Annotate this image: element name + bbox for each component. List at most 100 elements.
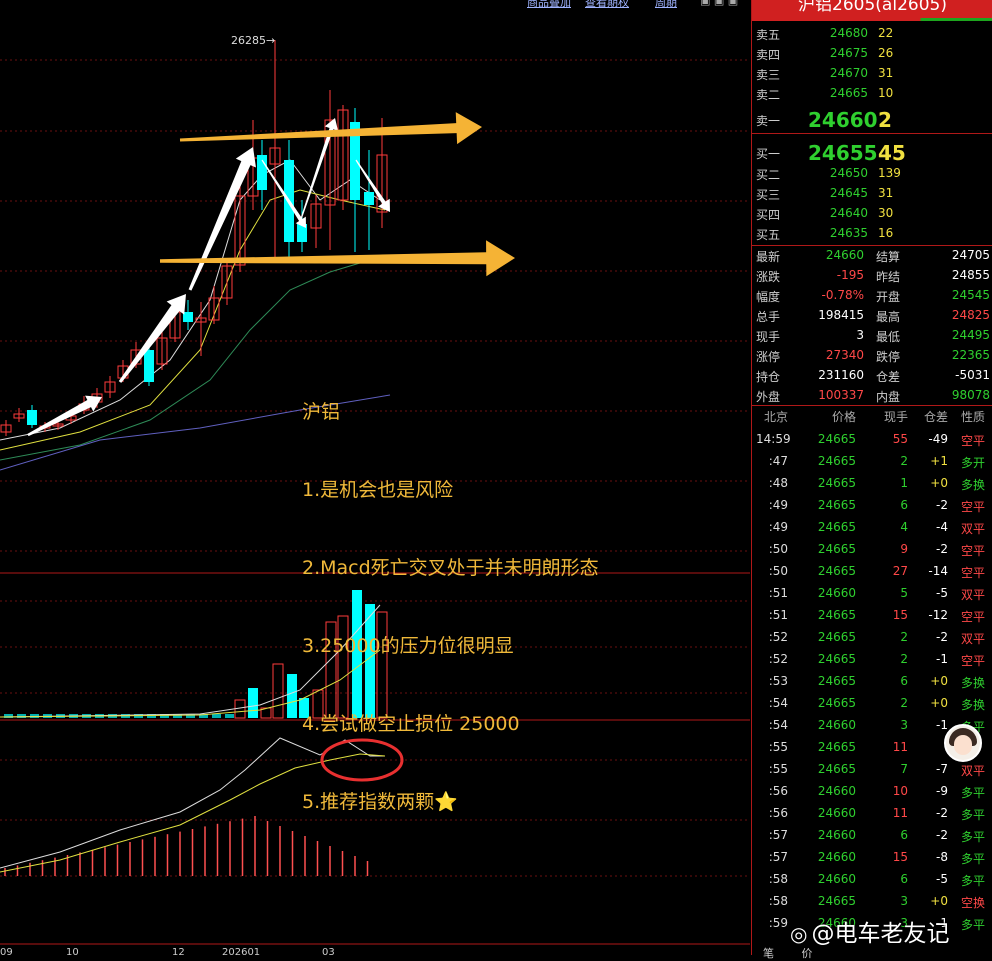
tick-row[interactable]: :50 24665 9 -2 空平 bbox=[756, 540, 988, 560]
contract-title[interactable]: 沪铝2605(al2605) bbox=[752, 0, 992, 18]
ask-price: 24660 bbox=[808, 108, 878, 132]
ask-level[interactable]: 卖三 24670 31 bbox=[756, 63, 988, 83]
tick-row[interactable]: :49 24665 4 -4 双平 bbox=[756, 518, 988, 538]
ask-label: 卖四 bbox=[756, 48, 781, 62]
bid-level[interactable]: 买四 24640 30 bbox=[756, 203, 988, 223]
kline-chart-area[interactable]: 商品叠加 查看期权 周期 ▣ ▣ ▣ 26285→ 09 10 12 202601 03… bbox=[0, 0, 750, 955]
avatar[interactable] bbox=[944, 724, 982, 762]
tick-oi-change: -1 bbox=[936, 652, 948, 666]
stat-row[interactable]: 总手 198415 最高 24825 bbox=[756, 305, 990, 325]
stat-value: 231160 bbox=[818, 368, 864, 382]
tick-header-cell: 仓差 bbox=[923, 410, 948, 424]
date-axis: 09 10 12 202601 03 bbox=[0, 947, 335, 955]
tick-row[interactable]: :52 24665 2 -1 空平 bbox=[756, 650, 988, 670]
tick-price: 24665 bbox=[817, 520, 856, 534]
stat-row[interactable]: 外盘 100337 内盘 98078 bbox=[756, 385, 990, 405]
white-arrow bbox=[27, 395, 102, 437]
ask-level[interactable]: 卖二 24665 10 bbox=[756, 83, 988, 103]
tick-oi-change: -8 bbox=[936, 850, 948, 864]
tick-time: :58 bbox=[768, 872, 788, 886]
bid-level[interactable]: 买二 24650 139 bbox=[756, 163, 988, 183]
tick-oi-change: -5 bbox=[936, 586, 948, 600]
ask-level[interactable]: 卖四 24675 26 bbox=[756, 43, 988, 63]
tick-row[interactable]: :58 24660 6 -5 多平 bbox=[756, 870, 988, 890]
annotation-line: 3.25000的压力位很明显 bbox=[302, 635, 514, 657]
tick-volume: 6 bbox=[900, 498, 908, 512]
tick-volume: 9 bbox=[900, 542, 908, 556]
ask-volume: 2 bbox=[878, 108, 892, 132]
tick-row[interactable]: :55 24665 7 -7 双平 bbox=[756, 760, 988, 780]
stat-row[interactable]: 涨停 27340 跌停 22365 bbox=[756, 345, 990, 365]
bid-volume: 31 bbox=[878, 186, 894, 200]
stat-value: 24705 bbox=[951, 248, 990, 262]
tick-row[interactable]: :57 24660 6 -2 多平 bbox=[756, 826, 988, 846]
tick-row[interactable]: :50 24665 27 -14 空平 bbox=[756, 562, 988, 582]
tick-row[interactable]: :53 24665 6 +0 多换 bbox=[756, 672, 988, 692]
tick-nature: 多平 bbox=[961, 786, 986, 800]
tick-header-cell: 现手 bbox=[883, 410, 908, 424]
tick-row[interactable]: :56 24660 11 -2 多平 bbox=[756, 804, 988, 824]
tick-row[interactable]: :51 24665 15 -12 空平 bbox=[756, 606, 988, 626]
ask-label: 卖二 bbox=[756, 88, 781, 102]
stat-row[interactable]: 最新 24660 结算 24705 bbox=[756, 245, 990, 265]
tick-price: 24665 bbox=[817, 674, 856, 688]
stat-value: -195 bbox=[836, 268, 864, 282]
tick-row[interactable]: :51 24660 5 -5 双平 bbox=[756, 584, 988, 604]
tick-oi-change: +0 bbox=[930, 476, 948, 490]
tick-row[interactable]: :48 24665 1 +0 多换 bbox=[756, 474, 988, 494]
stat-row[interactable]: 持仓 231160 仓差 -5031 bbox=[756, 365, 990, 385]
stat-label: 外盘 bbox=[756, 390, 781, 404]
tick-row[interactable]: :49 24665 6 -2 空平 bbox=[756, 496, 988, 516]
bid-label: 买二 bbox=[756, 168, 781, 182]
tick-volume: 1 bbox=[900, 476, 908, 490]
bid-label: 买五 bbox=[756, 228, 781, 242]
tick-header-cell: 价格 bbox=[831, 410, 856, 424]
tick-time: :56 bbox=[768, 784, 788, 798]
ask-level[interactable]: 卖一 24660 2 bbox=[756, 105, 988, 132]
tick-row[interactable]: :56 24660 10 -9 多平 bbox=[756, 782, 988, 802]
bid-level[interactable]: 买一 24655 45 bbox=[756, 138, 988, 165]
tick-header[interactable]: 北京 价格 现手 仓差 性质 bbox=[756, 406, 988, 426]
tick-time: :50 bbox=[768, 542, 788, 556]
tick-nature: 双平 bbox=[961, 588, 986, 602]
watermark: ◎ @电车老友记 bbox=[790, 914, 949, 948]
stat-row[interactable]: 现手 3 最低 24495 bbox=[756, 325, 990, 345]
tick-row[interactable]: 14:59 24665 55 -49 空平 bbox=[756, 430, 988, 450]
tick-price: 24665 bbox=[817, 608, 856, 622]
stat-label: 内盘 bbox=[876, 390, 901, 404]
annotation-line: 沪铝 bbox=[302, 401, 341, 423]
tick-row[interactable]: :52 24665 2 -2 双平 bbox=[756, 628, 988, 648]
tick-row[interactable]: :58 24665 3 +0 空换 bbox=[756, 892, 988, 912]
tab-price[interactable]: 价 bbox=[802, 947, 813, 960]
tick-row[interactable]: :47 24665 2 +1 多开 bbox=[756, 452, 988, 472]
tick-nature: 多换 bbox=[961, 478, 986, 492]
tick-volume: 4 bbox=[900, 520, 908, 534]
tick-row[interactable]: :57 24660 15 -8 多平 bbox=[756, 848, 988, 868]
tick-nature: 多平 bbox=[961, 852, 986, 866]
tick-volume: 2 bbox=[900, 696, 908, 710]
tick-time: :50 bbox=[768, 564, 788, 578]
bid-price: 24655 bbox=[808, 141, 878, 165]
stat-row[interactable]: 幅度 -0.78% 开盘 24545 bbox=[756, 285, 990, 305]
ask-volume: 31 bbox=[878, 66, 894, 80]
tick-price: 24660 bbox=[817, 828, 856, 842]
candle-body bbox=[144, 350, 154, 382]
ask-level[interactable]: 卖五 24680 22 bbox=[756, 23, 988, 43]
date-label: 09 bbox=[0, 947, 13, 955]
stat-value: 24855 bbox=[951, 268, 990, 282]
annotation-line: 4.尝试做空止损位 25000 bbox=[302, 713, 520, 735]
stat-row[interactable]: 涨跌 -195 昨结 24855 bbox=[756, 265, 990, 285]
tick-price: 24660 bbox=[817, 718, 856, 732]
candle-body bbox=[364, 192, 374, 205]
tick-volume: 27 bbox=[892, 564, 908, 578]
tick-nature: 空平 bbox=[961, 434, 986, 448]
bid-level[interactable]: 买三 24645 31 bbox=[756, 183, 988, 203]
bid-level[interactable]: 买五 24635 16 bbox=[756, 223, 988, 243]
tick-row[interactable]: :54 24665 2 +0 多换 bbox=[756, 694, 988, 714]
stat-value: 24825 bbox=[951, 308, 990, 322]
watermark-text: @电车老友记 bbox=[811, 921, 950, 947]
ask-label: 卖三 bbox=[756, 68, 781, 82]
ask-price: 24675 bbox=[829, 46, 868, 60]
tick-price: 24660 bbox=[817, 806, 856, 820]
tab-trades[interactable]: 笔 bbox=[763, 947, 774, 960]
